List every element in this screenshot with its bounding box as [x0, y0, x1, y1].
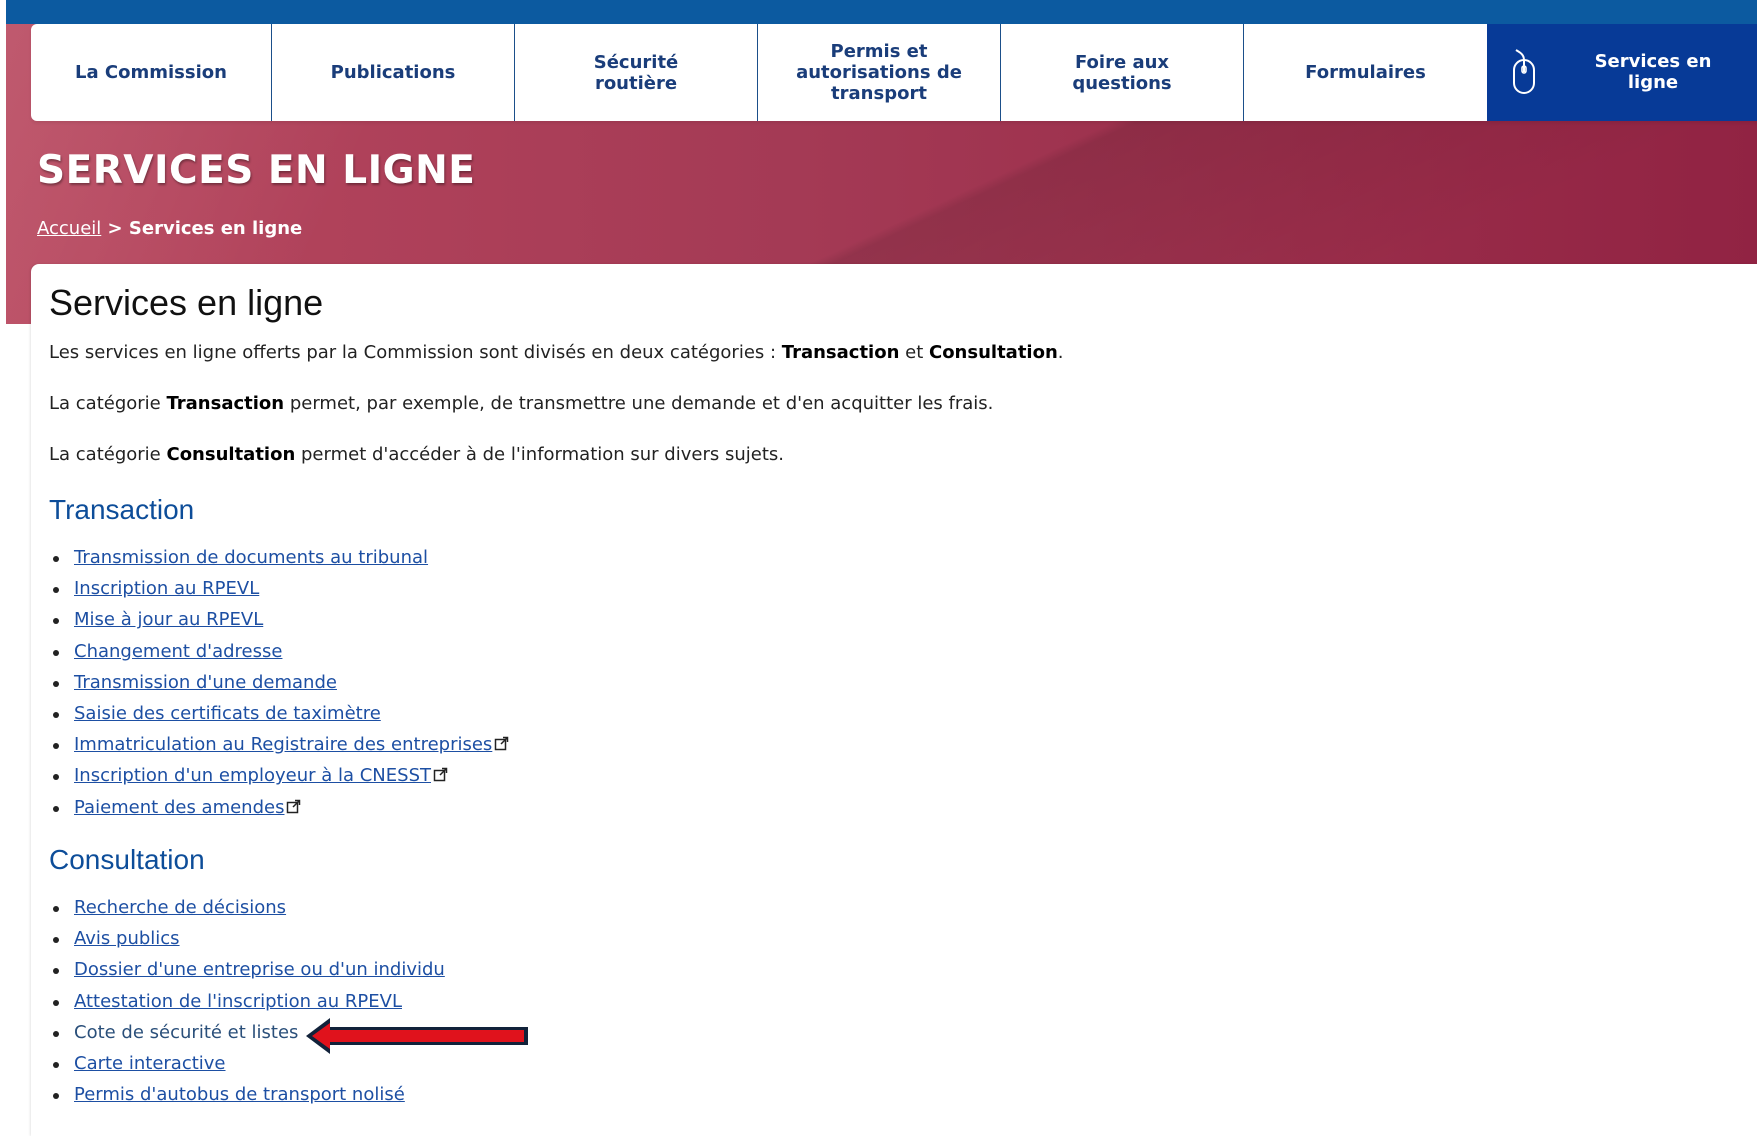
transaction-links-list: Transmission de documents au tribunal In…	[49, 542, 509, 823]
intro-paragraph-1: Les services en ligne offerts par la Com…	[49, 342, 1064, 363]
list-item: Immatriculation au Registraire des entre…	[49, 729, 509, 760]
nav-item-la-commission[interactable]: La Commission	[31, 24, 272, 121]
external-link-icon	[433, 768, 448, 782]
nav-item-label: Services en ligne	[1594, 51, 1712, 93]
consultation-links-list: Recherche de décisions Avis publics Doss…	[49, 892, 445, 1110]
link-avis-publics[interactable]: Avis publics	[74, 928, 180, 949]
intro-paragraph-2: La catégorie Transaction permet, par exe…	[49, 393, 994, 414]
list-item: Saisie des certificats de taximètre	[49, 698, 509, 729]
list-item: Attestation de l'inscription au RPEVL	[49, 986, 445, 1017]
link-inscription-cnesst[interactable]: Inscription d'un employeur à la CNESST	[74, 765, 431, 786]
nav-item-permis-transport[interactable]: Permis et autorisations de transport	[758, 24, 1001, 121]
nav-item-formulaires[interactable]: Formulaires	[1244, 24, 1487, 121]
nav-item-services-en-ligne[interactable]: Services en ligne	[1487, 24, 1757, 121]
list-item: Avis publics	[49, 923, 445, 954]
external-link-icon	[495, 736, 509, 751]
nav-item-securite-routiere[interactable]: Sécurité routière	[515, 24, 758, 121]
section-heading-consultation: Consultation	[49, 844, 205, 875]
section-heading-transaction: Transaction	[49, 494, 195, 525]
link-recherche-decisions[interactable]: Recherche de décisions	[74, 897, 286, 918]
list-item: Permis d'autobus de transport nolisé	[49, 1079, 445, 1110]
external-link-icon	[287, 799, 301, 813]
breadcrumb-home-link[interactable]: Accueil	[37, 218, 101, 239]
list-item: Transmission de documents au tribunal	[49, 542, 509, 573]
list-item: Paiement des amendes	[49, 792, 509, 823]
link-inscription-rpevl[interactable]: Inscription au RPEVL	[74, 578, 259, 599]
link-transmission-demande[interactable]: Transmission d'une demande	[74, 672, 337, 693]
red-arrow-annotation	[306, 1018, 528, 1054]
nav-item-publications[interactable]: Publications	[272, 24, 515, 121]
link-attestation-inscription-rpevl[interactable]: Attestation de l'inscription au RPEVL	[74, 991, 402, 1012]
nav-item-faq[interactable]: Foire aux questions	[1001, 24, 1244, 121]
intro-paragraph-3: La catégorie Consultation permet d'accéd…	[49, 444, 784, 465]
top-bar	[0, 0, 1757, 24]
list-item: Dossier d'une entreprise ou d'un individ…	[49, 954, 445, 985]
list-item: Transmission d'une demande	[49, 667, 509, 698]
link-paiement-amendes[interactable]: Paiement des amendes	[74, 797, 284, 818]
list-item: Recherche de décisions	[49, 892, 445, 923]
main-nav: La Commission Publications Sécurité rout…	[31, 24, 1757, 121]
link-mise-a-jour-rpevl[interactable]: Mise à jour au RPEVL	[74, 609, 263, 630]
mouse-icon	[1513, 49, 1535, 94]
nav-item-label: Permis et autorisations de transport	[796, 41, 962, 104]
page-title: Services en ligne	[49, 282, 324, 323]
main-content: Services en ligne Les services en ligne …	[31, 264, 1757, 1136]
link-dossier-entreprise-individu[interactable]: Dossier d'une entreprise ou d'un individ…	[74, 959, 445, 980]
link-cote-securite-listes[interactable]: Cote de sécurité et listes	[74, 1022, 298, 1043]
link-carte-interactive[interactable]: Carte interactive	[74, 1053, 226, 1074]
list-item: Changement d'adresse	[49, 636, 509, 667]
list-item: Inscription au RPEVL	[49, 573, 509, 604]
link-changement-adresse[interactable]: Changement d'adresse	[74, 641, 282, 662]
list-item: Inscription d'un employeur à la CNESST	[49, 760, 509, 791]
page: La Commission Publications Sécurité rout…	[0, 0, 1757, 1136]
page-banner-title: SERVICES EN LIGNE	[37, 148, 476, 193]
link-permis-autobus-nolise[interactable]: Permis d'autobus de transport nolisé	[74, 1084, 405, 1105]
nav-item-label: Sécurité routière	[593, 51, 679, 94]
link-saisie-certificats-taximetre[interactable]: Saisie des certificats de taximètre	[74, 703, 381, 724]
list-item: Mise à jour au RPEVL	[49, 604, 509, 635]
link-immatriculation-registraire[interactable]: Immatriculation au Registraire des entre…	[74, 734, 492, 755]
breadcrumb-current: Services en ligne	[128, 218, 303, 239]
link-transmission-documents[interactable]: Transmission de documents au tribunal	[74, 547, 428, 568]
breadcrumb: Accueil > Services en ligne	[37, 218, 302, 239]
breadcrumb-separator: >	[101, 218, 129, 239]
nav-item-label: Foire aux questions	[1072, 51, 1172, 94]
